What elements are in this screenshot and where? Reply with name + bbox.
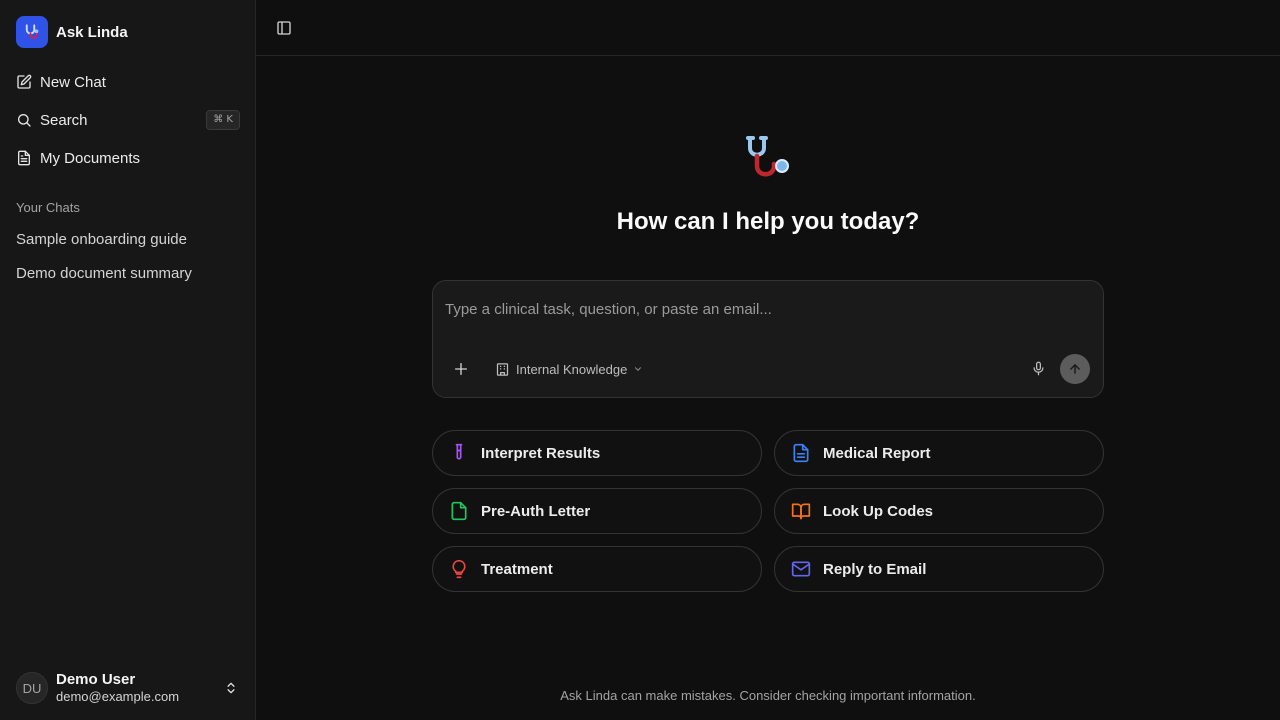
brand[interactable]: Ask Linda (16, 16, 128, 48)
user-email: demo@example.com (56, 689, 180, 704)
suggestion-label: Medical Report (823, 444, 931, 462)
chat-history-item[interactable]: Demo document summary (16, 265, 192, 282)
document-icon (18, 150, 30, 166)
sidebar: Ask Linda New Chat Search ⌘ K My Documen… (0, 0, 256, 720)
my-documents-label: My Documents (40, 149, 141, 167)
send-button[interactable] (1060, 354, 1090, 384)
chat-history-item[interactable]: Sample onboarding guide (16, 231, 187, 248)
sidebar-toggle-icon[interactable] (276, 20, 292, 36)
my-documents-button[interactable]: My Documents (16, 146, 240, 170)
search-label: Search (40, 111, 88, 129)
app-name: Ask Linda (56, 23, 128, 41)
search-icon (18, 114, 31, 127)
search-shortcut-badge: ⌘ K (206, 110, 240, 130)
suggestion-medical-report[interactable]: Medical Report (774, 430, 1104, 476)
user-name: Demo User (56, 671, 136, 688)
suggestion-label: Reply to Email (823, 560, 927, 578)
suggestion-look-up-codes[interactable]: Look Up Codes (774, 488, 1104, 534)
composer: Internal Knowledge (432, 280, 1104, 398)
building-icon (496, 362, 509, 376)
knowledge-source-select[interactable]: Internal Knowledge (495, 359, 643, 379)
new-chat-label: New Chat (40, 73, 106, 91)
user-menu[interactable]: DU Demo User demo@example.com (16, 671, 240, 704)
plus-icon[interactable] (453, 361, 469, 377)
test-tube-icon (455, 443, 463, 460)
disclaimer: Ask Linda can make mistakes. Consider ch… (560, 688, 976, 703)
suggestion-treatment[interactable]: Treatment (432, 546, 762, 592)
mail-icon (791, 561, 811, 577)
suggestion-label: Treatment (481, 560, 553, 578)
file-text-icon (793, 443, 809, 463)
your-chats-heading: Your Chats (16, 200, 80, 215)
suggestion-label: Interpret Results (481, 444, 601, 462)
microphone-icon[interactable] (1031, 360, 1046, 377)
suggestion-reply-to-email[interactable]: Reply to Email (774, 546, 1104, 592)
chevron-down-icon (635, 367, 642, 371)
avatar: DU (16, 672, 48, 704)
edit-icon (17, 74, 32, 89)
suggestion-label: Pre-Auth Letter (481, 502, 591, 520)
lightbulb-icon (452, 559, 466, 579)
search-button[interactable]: Search ⌘ K (16, 108, 240, 132)
file-icon (451, 501, 467, 521)
stethoscope-icon (746, 136, 789, 177)
top-bar (256, 0, 1280, 56)
book-open-icon (791, 503, 811, 520)
suggestion-interpret-results[interactable]: Interpret Results (432, 430, 762, 476)
chevrons-up-down-icon (227, 682, 235, 694)
suggestion-label: Look Up Codes (823, 502, 934, 520)
knowledge-source-label: Internal Knowledge (516, 361, 628, 377)
suggestion-pre-auth-letter[interactable]: Pre-Auth Letter (432, 488, 762, 534)
chat-input[interactable] (445, 297, 1085, 321)
arrow-up-icon (1070, 364, 1080, 374)
stethoscope-logo-icon (16, 16, 48, 48)
new-chat-button[interactable]: New Chat (16, 70, 240, 94)
page-title: How can I help you today? (616, 208, 920, 235)
